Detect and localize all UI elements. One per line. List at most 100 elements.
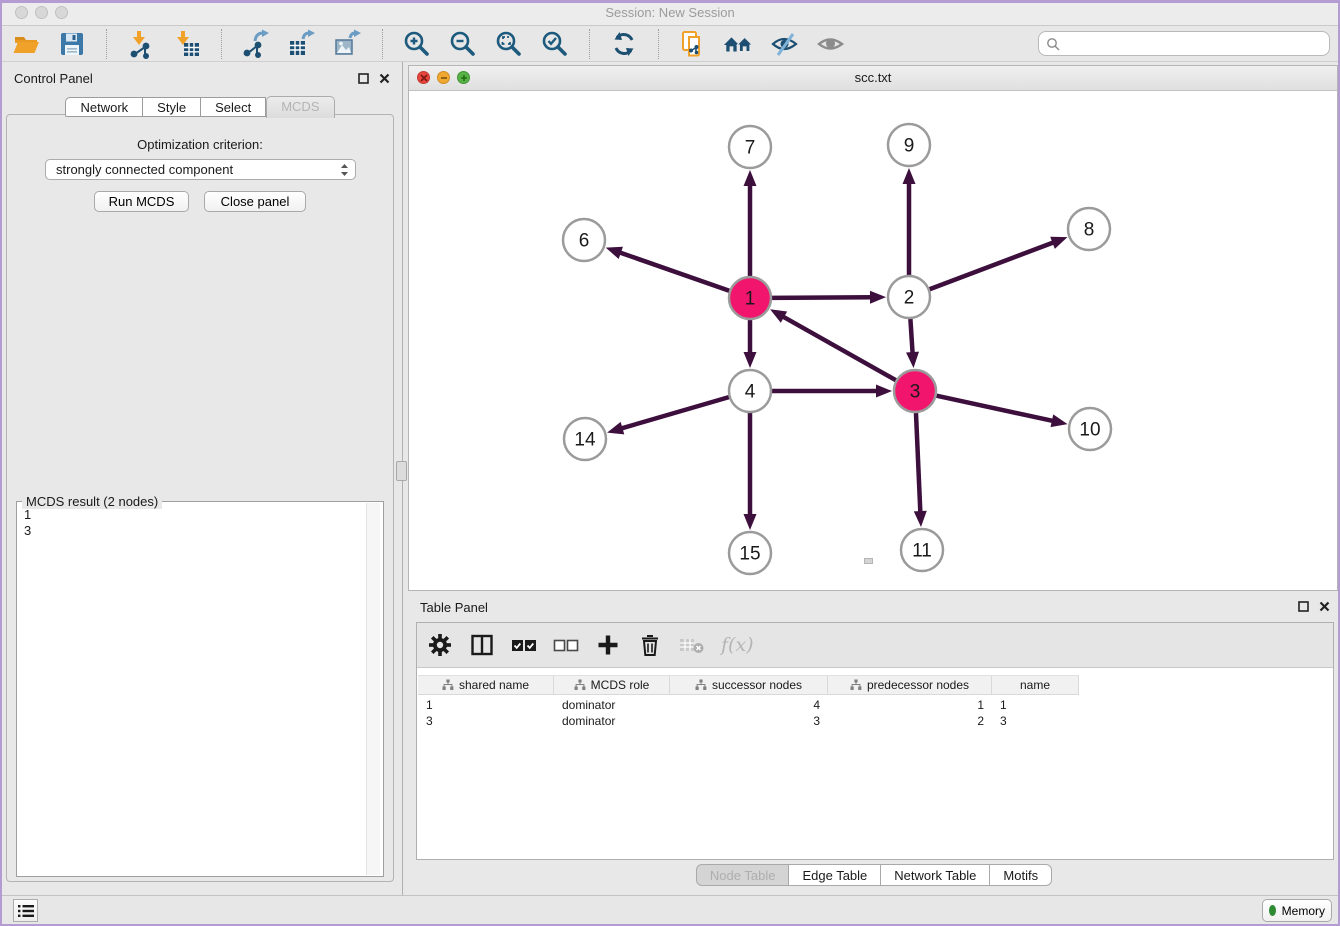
task-history-button[interactable]: [13, 899, 38, 922]
graph-edge-arrow: [870, 291, 886, 304]
canvas-resize-handle[interactable]: [864, 558, 873, 564]
network-graph[interactable]: 7968124314101511: [409, 91, 1337, 590]
memory-button[interactable]: Memory: [1262, 899, 1332, 922]
tab-motifs[interactable]: Motifs: [990, 864, 1052, 886]
result-line: 1: [24, 507, 31, 523]
deselect-all-button[interactable]: [553, 632, 579, 658]
search-field[interactable]: [1038, 31, 1330, 56]
result-scrollbar[interactable]: [366, 503, 380, 875]
titlebar: Session: New Session: [0, 0, 1340, 26]
table-rows: 1dominator4113dominator323: [418, 697, 1079, 729]
clone-network-button[interactable]: [677, 29, 709, 59]
table-cell: 3: [418, 713, 554, 729]
delete-column-button[interactable]: [637, 632, 663, 658]
import-table-icon: [172, 29, 202, 59]
graph-node-label: 6: [579, 231, 590, 252]
tab-edge-table[interactable]: Edge Table: [789, 864, 881, 886]
column-header-name[interactable]: name: [992, 675, 1079, 695]
table-cell: dominator: [554, 713, 670, 729]
zoom-fit-button[interactable]: [493, 29, 525, 59]
select-all-button[interactable]: [511, 632, 537, 658]
import-table-button[interactable]: [171, 29, 203, 59]
export-table-button[interactable]: [286, 29, 318, 59]
graph-edge-1-2[interactable]: [772, 297, 873, 298]
toolbar-separator: [658, 29, 659, 59]
column-header-mcds-role[interactable]: MCDS role: [554, 675, 670, 695]
table-cell: 1: [828, 697, 992, 713]
export-image-icon: [333, 29, 363, 59]
add-column-button[interactable]: [595, 632, 621, 658]
close-panel-button[interactable]: Close panel: [204, 191, 306, 212]
graph-node-label: 3: [910, 382, 921, 403]
graph-edge-arrow: [914, 511, 927, 527]
graph-edge-2-3[interactable]: [910, 319, 912, 355]
table-row[interactable]: 3dominator323: [418, 713, 1079, 729]
float-panel-icon[interactable]: [358, 73, 369, 84]
column-header-label: predecessor nodes: [867, 678, 969, 692]
tab-select[interactable]: Select: [201, 97, 266, 117]
column-header-label: successor nodes: [712, 678, 802, 692]
column-header-label: shared name: [459, 678, 529, 692]
hide-selected-button[interactable]: [769, 29, 801, 59]
unchecked-boxes-icon: [553, 636, 579, 654]
table-cell: 3: [670, 713, 828, 729]
toggle-columns-button[interactable]: [469, 632, 495, 658]
graph-edge-arrow: [744, 352, 757, 368]
function-builder-button[interactable]: f(x): [721, 632, 754, 658]
zoom-in-button[interactable]: [401, 29, 433, 59]
network-canvas[interactable]: 7968124314101511: [409, 91, 1337, 590]
table-cell: 2: [828, 713, 992, 729]
graph-node-label: 2: [904, 288, 915, 309]
export-network-button[interactable]: [240, 29, 272, 59]
list-icon: [18, 904, 34, 918]
close-panel-icon[interactable]: [379, 73, 390, 84]
column-tree-icon: [850, 679, 862, 691]
toolbar-separator: [589, 29, 590, 59]
table-panel-tabs: Node TableEdge TableNetwork TableMotifs: [408, 864, 1340, 886]
tab-node-table[interactable]: Node Table: [696, 864, 790, 886]
first-neighbors-button[interactable]: [723, 29, 755, 59]
graph-edge-4-14[interactable]: [620, 397, 729, 429]
graph-edge-arrow: [906, 352, 919, 368]
graph-edge-arrow: [876, 385, 892, 398]
column-header-label: MCDS role: [591, 678, 650, 692]
tab-style[interactable]: Style: [143, 97, 201, 117]
gear-icon: [428, 633, 452, 657]
run-mcds-button[interactable]: Run MCDS: [94, 191, 189, 212]
graph-node-label: 11: [912, 541, 932, 562]
graph-edge-arrow: [606, 247, 623, 259]
mcds-result-title: MCDS result (2 nodes): [22, 494, 162, 509]
criterion-select[interactable]: strongly connected component: [45, 159, 356, 180]
graph-node-label: 4: [745, 382, 756, 403]
open-session-button[interactable]: [10, 29, 42, 59]
close-panel-icon[interactable]: [1319, 601, 1330, 612]
graph-edge-3-1[interactable]: [781, 316, 895, 381]
table-cell: 3: [992, 713, 1079, 729]
plus-icon: [597, 634, 619, 656]
column-header-shared-name[interactable]: shared name: [418, 675, 554, 695]
tab-mcds[interactable]: MCDS: [266, 96, 334, 118]
tab-network[interactable]: Network: [65, 97, 143, 117]
show-all-button[interactable]: [815, 29, 847, 59]
graph-edge-2-8[interactable]: [930, 242, 1056, 290]
graph-edge-1-6[interactable]: [618, 252, 729, 291]
column-header-predecessor-nodes[interactable]: predecessor nodes: [828, 675, 992, 695]
zoom-out-button[interactable]: [447, 29, 479, 59]
tab-network-table[interactable]: Network Table: [881, 864, 990, 886]
column-header-successor-nodes[interactable]: successor nodes: [670, 675, 828, 695]
refresh-layout-button[interactable]: [608, 29, 640, 59]
checked-boxes-icon: [511, 636, 537, 654]
table-row[interactable]: 1dominator411: [418, 697, 1079, 713]
graph-edge-3-10[interactable]: [936, 396, 1054, 422]
search-input[interactable]: [1065, 36, 1322, 52]
window-border-top: [0, 0, 1340, 3]
zoom-selected-button[interactable]: [539, 29, 571, 59]
import-network-button[interactable]: [125, 29, 157, 59]
table-settings-button[interactable]: [427, 632, 453, 658]
export-image-button[interactable]: [332, 29, 364, 59]
graph-edge-3-11[interactable]: [916, 413, 920, 514]
delete-table-button[interactable]: [679, 632, 705, 658]
save-session-button[interactable]: [56, 29, 88, 59]
panel-divider-handle[interactable]: [396, 461, 407, 481]
float-panel-icon[interactable]: [1298, 601, 1309, 612]
